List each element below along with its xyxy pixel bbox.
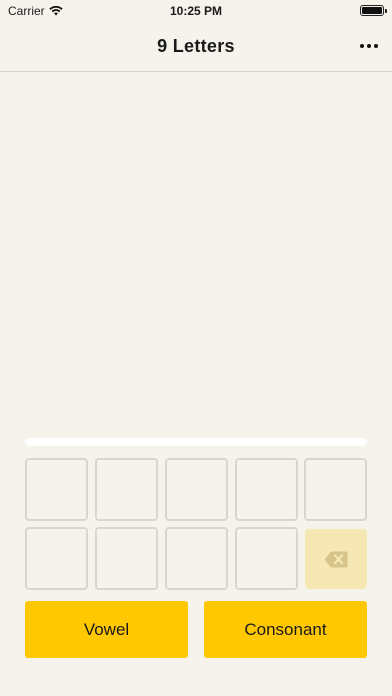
letter-slot-7 (95, 527, 158, 590)
battery-icon (360, 5, 387, 16)
letter-slot-1 (25, 458, 88, 521)
clock: 10:25 PM (169, 4, 223, 18)
letter-slot-9 (235, 527, 298, 590)
letter-slot-4 (235, 458, 298, 521)
more-options-button[interactable] (358, 36, 380, 56)
navigation-bar: 9 Letters (0, 22, 392, 72)
ellipsis-icon (374, 44, 378, 48)
letter-slot-5 (304, 458, 367, 521)
ellipsis-icon (360, 44, 364, 48)
letter-slot-8 (165, 527, 228, 590)
ellipsis-icon (367, 44, 371, 48)
consonant-button[interactable]: Consonant (204, 601, 367, 658)
progress-bar (25, 438, 367, 446)
backspace-icon (324, 551, 348, 567)
app-screen: Carrier 10:25 PM 9 Letters Vowel Consona… (0, 0, 392, 696)
battery-tip (385, 9, 387, 13)
page-title: 9 Letters (157, 36, 235, 56)
battery-level (362, 7, 382, 14)
letter-slot-2 (95, 458, 158, 521)
status-bar: Carrier 10:25 PM (0, 0, 392, 22)
letter-slot-6 (25, 527, 88, 590)
vowel-button[interactable]: Vowel (25, 601, 188, 658)
delete-letter-button[interactable] (305, 529, 367, 589)
letter-slot-3 (165, 458, 228, 521)
